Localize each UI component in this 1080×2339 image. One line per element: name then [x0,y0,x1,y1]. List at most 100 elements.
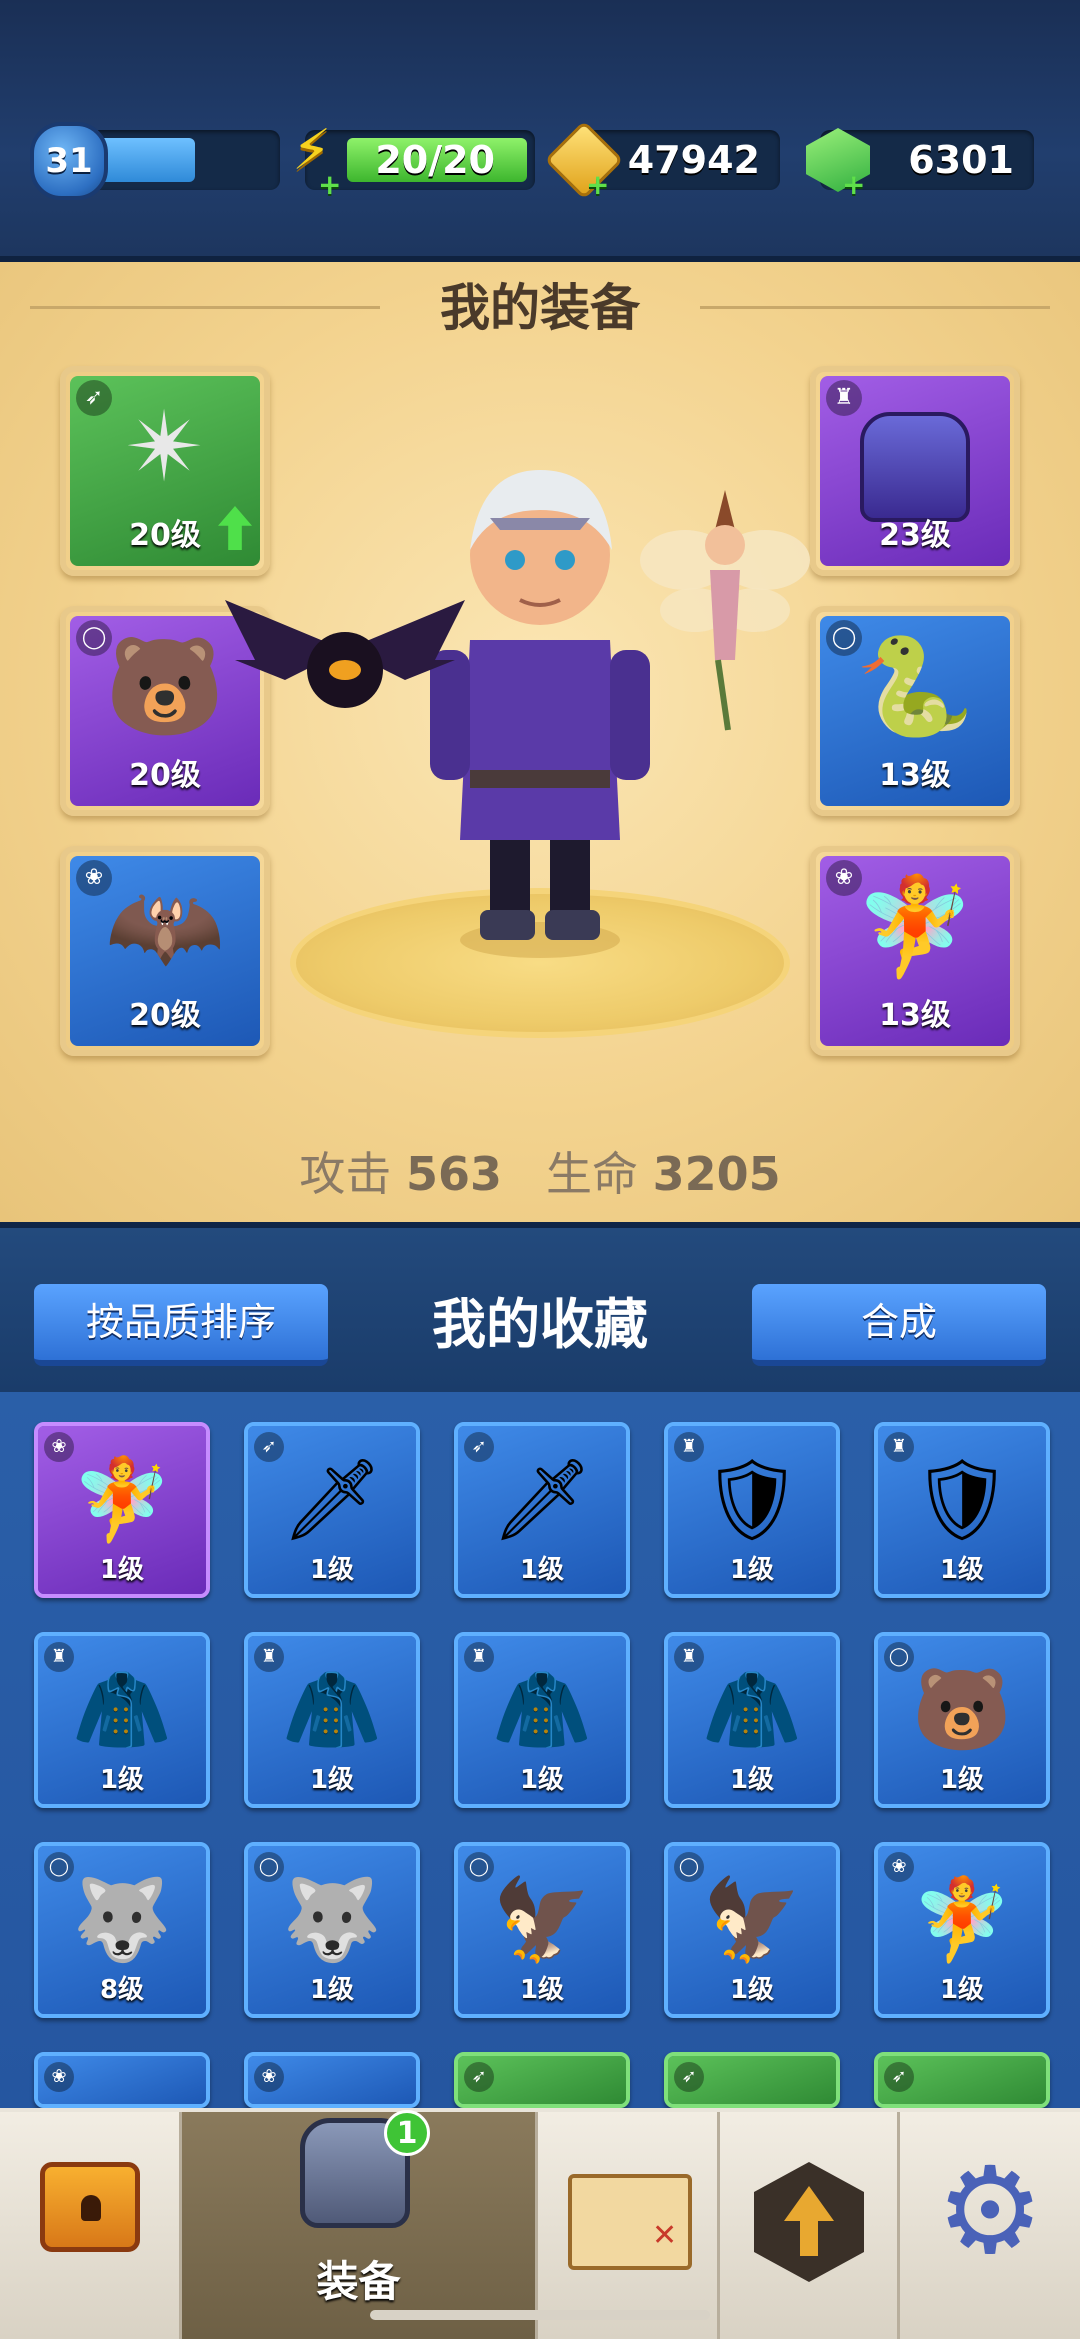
gems-plus-icon[interactable]: + [842,168,865,201]
bow-icon: ➶ [464,1432,494,1462]
shuriken-icon: ✴ [124,391,206,504]
upgrade-arrow-icon [754,2162,864,2282]
wolf-ring-icon: 🐺 [282,1872,382,1966]
collection-item[interactable]: ♜ 🛡 1级 [874,1422,1050,1598]
equipment-title: 我的装备 [440,279,640,337]
fairy-pet-icon: 🧚 [912,1872,1012,1966]
item-level: 1级 [309,1555,355,1585]
collection-item-partial[interactable]: ➶ [454,2052,630,2108]
eagle-ring-icon: 🦅 [492,1872,592,1966]
slot-level: 13级 [879,998,951,1033]
fairy-pet-icon: 🧚 [855,870,975,983]
item-level: 8级 [99,1975,145,2005]
collection-item[interactable]: ❀ 🧚 1级 [874,1842,1050,2018]
collection-item[interactable]: ➶ 🗡 1级 [454,1422,630,1598]
tab-equipment[interactable]: 1 装备 [182,2110,538,2339]
ring-icon: ◯ [884,1642,914,1672]
tab-upgrade[interactable] [720,2112,900,2339]
ring-icon: ◯ [674,1852,704,1882]
item-level: 1级 [519,1555,565,1585]
home-indicator [370,2310,710,2320]
chest-icon [40,2162,140,2252]
hp-value: 3205 [652,1147,781,1201]
item-level: 1级 [519,1975,565,2005]
sword-icon: 🗡 [281,1452,383,1546]
coins-value: 47942 [627,138,760,182]
ring-icon: ◯ [44,1852,74,1882]
purple-vest-icon: 🧥 [702,1662,802,1756]
hero-stats: 攻击 563 生命 3205 [0,1138,1080,1204]
bear-ring-icon: 🐻 [105,630,225,743]
paw-icon: ❀ [884,1852,914,1882]
attack-label: 攻击 [299,1147,392,1201]
level-progress-fill [96,138,195,182]
bat-pet-icon: 🦇 [105,870,225,983]
collection-item-partial[interactable]: ❀ [244,2052,420,2108]
bow-icon: ➶ [76,380,112,416]
collection-item[interactable]: ➶ 🗡 1级 [244,1422,420,1598]
gold-armor-icon: 🛡 [701,1452,803,1546]
collection-item[interactable]: ♜ 🧥 1级 [664,1632,840,1808]
item-level: 1级 [939,1555,985,1585]
merge-button[interactable]: 合成 [752,1284,1046,1366]
pet-slot[interactable]: ❀ 🦇 20级 [60,846,270,1056]
collection-item-partial[interactable]: ❀ [34,2052,210,2108]
map-icon: ✕ [568,2174,692,2270]
tab-shop[interactable] [0,2112,182,2339]
bear-ring-icon: 🐻 [912,1662,1012,1756]
gold-armor-icon: 🛡 [911,1452,1013,1546]
serpent-ring-icon: 🐍 [855,630,975,743]
collection-item[interactable]: ◯ 🐻 1级 [874,1632,1050,1808]
bow-icon: ➶ [254,1432,284,1462]
armor-icon: ♜ [674,1432,704,1462]
armor-icon: ♜ [884,1432,914,1462]
item-level: 1级 [309,1975,355,2005]
collection-item[interactable]: ♜ 🛡 1级 [664,1422,840,1598]
item-level: 1级 [939,1765,985,1795]
collection-item[interactable]: ♜ 🧥 1级 [244,1632,420,1808]
collection-item[interactable]: ◯ 🦅 1级 [454,1842,630,2018]
collection-item[interactable]: ◯ 🐺 8级 [34,1842,210,2018]
energy-plus-icon[interactable]: + [318,168,341,201]
item-level: 1级 [729,1765,775,1795]
fairy-pet-companion [640,490,810,731]
collection-item[interactable]: ❀ 🧚 1级 [34,1422,210,1598]
gems-value: 6301 [908,138,1014,182]
bow-icon: ➶ [464,2062,494,2092]
hp-label: 生命 [545,1147,638,1201]
armor-icon: ♜ [254,1642,284,1672]
armor-icon: ♜ [674,1642,704,1672]
dark-vest-icon: 🧥 [72,1662,172,1756]
armor-slot[interactable]: ♜ 23级 [810,366,1020,576]
item-level: 1级 [309,1765,355,1795]
slot-level: 20级 [129,518,201,553]
player-level-badge[interactable]: 31 [30,122,108,200]
purple-vest-icon [860,412,970,522]
tab-equipment-label: 装备 [316,2257,401,2306]
slot-level: 20级 [129,998,201,1033]
weapon-slot[interactable]: ➶ ✴ 20级 [60,366,270,576]
ring-slot-2[interactable]: ◯ 🐍 13级 [810,606,1020,816]
collection-item[interactable]: ♜ 🧥 1级 [454,1632,630,1808]
tab-settings[interactable]: ⚙ [900,2112,1080,2339]
wolf-ring-icon: 🐺 [72,1872,172,1966]
energy-value: 20/20 [375,138,495,182]
attack-value: 563 [406,1147,503,1201]
item-level: 1级 [99,1765,145,1795]
collection-item-partial[interactable]: ➶ [664,2052,840,2108]
coins-plus-icon[interactable]: + [586,168,609,201]
slot-level: 13级 [879,758,951,793]
eagle-ring-icon: 🦅 [702,1872,802,1966]
collection-item[interactable]: ♜ 🧥 1级 [34,1632,210,1808]
collection-item[interactable]: ◯ 🐺 1级 [244,1842,420,2018]
ring-icon: ◯ [254,1852,284,1882]
pet-slot-2[interactable]: ❀ 🧚 13级 [810,846,1020,1056]
item-level: 1级 [519,1765,565,1795]
tab-map[interactable]: ✕ [538,2112,720,2339]
armor-icon: ♜ [44,1642,74,1672]
collection-item[interactable]: ◯ 🦅 1级 [664,1842,840,2018]
slot-level: 20级 [129,758,201,793]
collection-item-partial[interactable]: ➶ [874,2052,1050,2108]
paw-icon: ❀ [44,2062,74,2092]
item-level: 1级 [729,1975,775,2005]
